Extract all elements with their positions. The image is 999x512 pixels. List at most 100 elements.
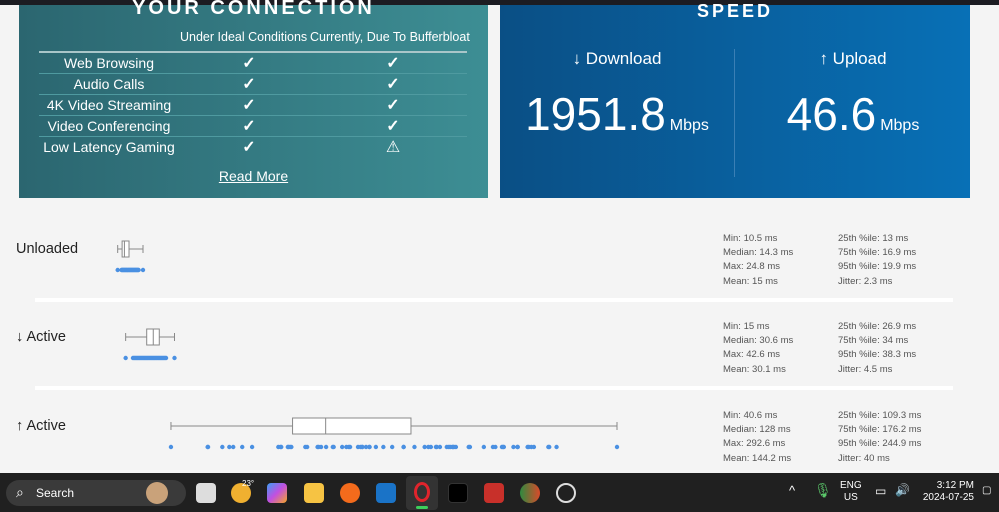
sample-dot xyxy=(412,444,417,450)
divider xyxy=(734,49,735,177)
search-box[interactable]: ⌕ Search xyxy=(6,480,186,506)
sample-dot xyxy=(428,444,434,450)
sample-dot xyxy=(389,444,395,450)
sample-dot xyxy=(444,444,449,450)
obs-icon[interactable] xyxy=(556,483,576,503)
stat: 95th %ile: 244.9 ms xyxy=(838,438,922,450)
sample-dot xyxy=(139,355,145,361)
audio-app-icon[interactable] xyxy=(448,483,468,503)
connection-row: Web Browsing ✓ ✓ xyxy=(39,52,467,74)
latency-percentiles: 25th %ile: 26.9 ms 75th %ile: 34 ms 95th %… xyxy=(838,320,916,377)
stat: Min: 10.5 ms xyxy=(723,233,778,244)
sample-dot xyxy=(133,355,138,361)
microphone-icon[interactable]: 🎙 xyxy=(814,483,832,497)
sample-dot xyxy=(360,444,365,450)
sample-dot xyxy=(490,444,496,450)
sample-dot xyxy=(126,267,131,273)
sample-dot xyxy=(501,444,507,450)
reaper-icon[interactable] xyxy=(520,483,540,503)
sample-dot xyxy=(344,444,349,450)
sample-dot xyxy=(529,444,534,450)
sample-dot xyxy=(156,355,162,361)
check-icon: ✓ xyxy=(242,139,256,157)
sample-dot xyxy=(286,444,291,450)
sample-dot xyxy=(161,355,166,361)
sample-dot xyxy=(137,355,143,361)
sample-dot xyxy=(547,444,552,450)
download-section: ↓ Download 1951.8 Mbps xyxy=(500,49,734,141)
sample-dot xyxy=(367,444,372,450)
sample-dot xyxy=(303,444,308,450)
sample-dot xyxy=(318,444,324,450)
check-icon: ✓ xyxy=(386,76,400,93)
region: US xyxy=(843,492,858,503)
sample-dot xyxy=(493,444,498,450)
sample-dot xyxy=(162,355,168,361)
sample-dot xyxy=(131,267,136,273)
search-label: Search xyxy=(36,486,75,500)
sample-dot xyxy=(330,444,335,450)
chevron-up-icon[interactable]: ^ xyxy=(789,484,795,497)
current-cell: ✓ xyxy=(319,52,467,74)
upload-label: ↑ Upload xyxy=(819,49,887,68)
stat: 75th %ile: 16.9 ms xyxy=(838,247,917,259)
ideal-cell: ✓ xyxy=(179,52,319,74)
network-icon[interactable]: ▭ xyxy=(875,485,886,497)
sample-dot xyxy=(154,355,160,361)
stat: Jitter: 40 ms xyxy=(838,452,890,464)
current-cell: ⚠ xyxy=(319,137,467,158)
sample-dot xyxy=(526,444,531,450)
sample-dot xyxy=(133,267,138,273)
sample-dot xyxy=(525,444,530,450)
read-more-link[interactable]: Read More xyxy=(219,168,288,184)
time: 3:12 PM xyxy=(936,480,974,491)
language-indicator[interactable]: ENG US xyxy=(840,480,862,504)
download-label: ↓ Download xyxy=(572,49,662,68)
notification-icon[interactable]: ▢ xyxy=(982,485,991,497)
file-explorer-icon[interactable] xyxy=(304,483,324,503)
opera-icon xyxy=(414,482,430,502)
sample-dot xyxy=(401,444,406,450)
latency-stats: Min: 40.6 ms Median: 128 ms Max: 292.6 ms M… xyxy=(723,409,791,466)
ideal-cell: ✓ xyxy=(179,94,319,116)
copilot-icon[interactable] xyxy=(267,483,287,503)
stat: Max: 42.6 ms xyxy=(723,349,781,361)
sample-dot xyxy=(289,444,294,450)
clock[interactable]: 3:12 PM 2024-07-25 xyxy=(920,480,974,504)
activity-label: Audio Calls xyxy=(39,73,179,95)
stat: Max: 24.8 ms xyxy=(723,261,781,273)
sample-dot xyxy=(155,355,161,361)
connection-card: YOUR CONNECTION Under Ideal Conditions C… xyxy=(19,0,488,198)
sample-dot xyxy=(450,444,455,450)
sample-dot xyxy=(315,444,320,450)
sample-dot xyxy=(121,267,127,273)
stat: Max: 292.6 ms xyxy=(723,438,786,450)
speed-card: SPEED ↓ Download 1951.8 Mbps ↑ Upload 46.… xyxy=(500,1,970,198)
sample-dot xyxy=(531,444,537,450)
upload-section: ↑ Upload 46.6 Mbps xyxy=(736,49,970,141)
sample-dot xyxy=(451,444,457,450)
sample-dot xyxy=(138,355,144,361)
sample-dot xyxy=(276,444,281,450)
sample-dot xyxy=(123,355,128,361)
sample-dot xyxy=(168,444,174,450)
stat: Mean: 30.1 ms xyxy=(723,363,786,375)
connection-row: 4K Video Streaming ✓ ✓ xyxy=(39,94,467,116)
activity-label: Low Latency Gaming xyxy=(43,139,175,156)
sample-dot xyxy=(130,355,136,361)
sample-dot xyxy=(249,444,255,450)
sample-dot xyxy=(126,267,132,273)
task-view-icon[interactable] xyxy=(196,483,216,503)
voicemeeter-icon[interactable] xyxy=(484,483,504,503)
download-value: 1951.8 xyxy=(525,88,666,140)
volume-icon[interactable]: 🔊 xyxy=(895,484,910,496)
sample-dot xyxy=(467,444,473,450)
sample-dot xyxy=(323,444,329,450)
check-icon: ✓ xyxy=(242,55,256,72)
outlook-icon[interactable] xyxy=(376,483,396,503)
sample-dot xyxy=(115,267,120,273)
opera-taskbar-button[interactable] xyxy=(406,476,438,510)
sample-dot xyxy=(448,444,453,450)
firefox-icon[interactable] xyxy=(340,483,360,503)
sample-dot xyxy=(125,267,130,273)
